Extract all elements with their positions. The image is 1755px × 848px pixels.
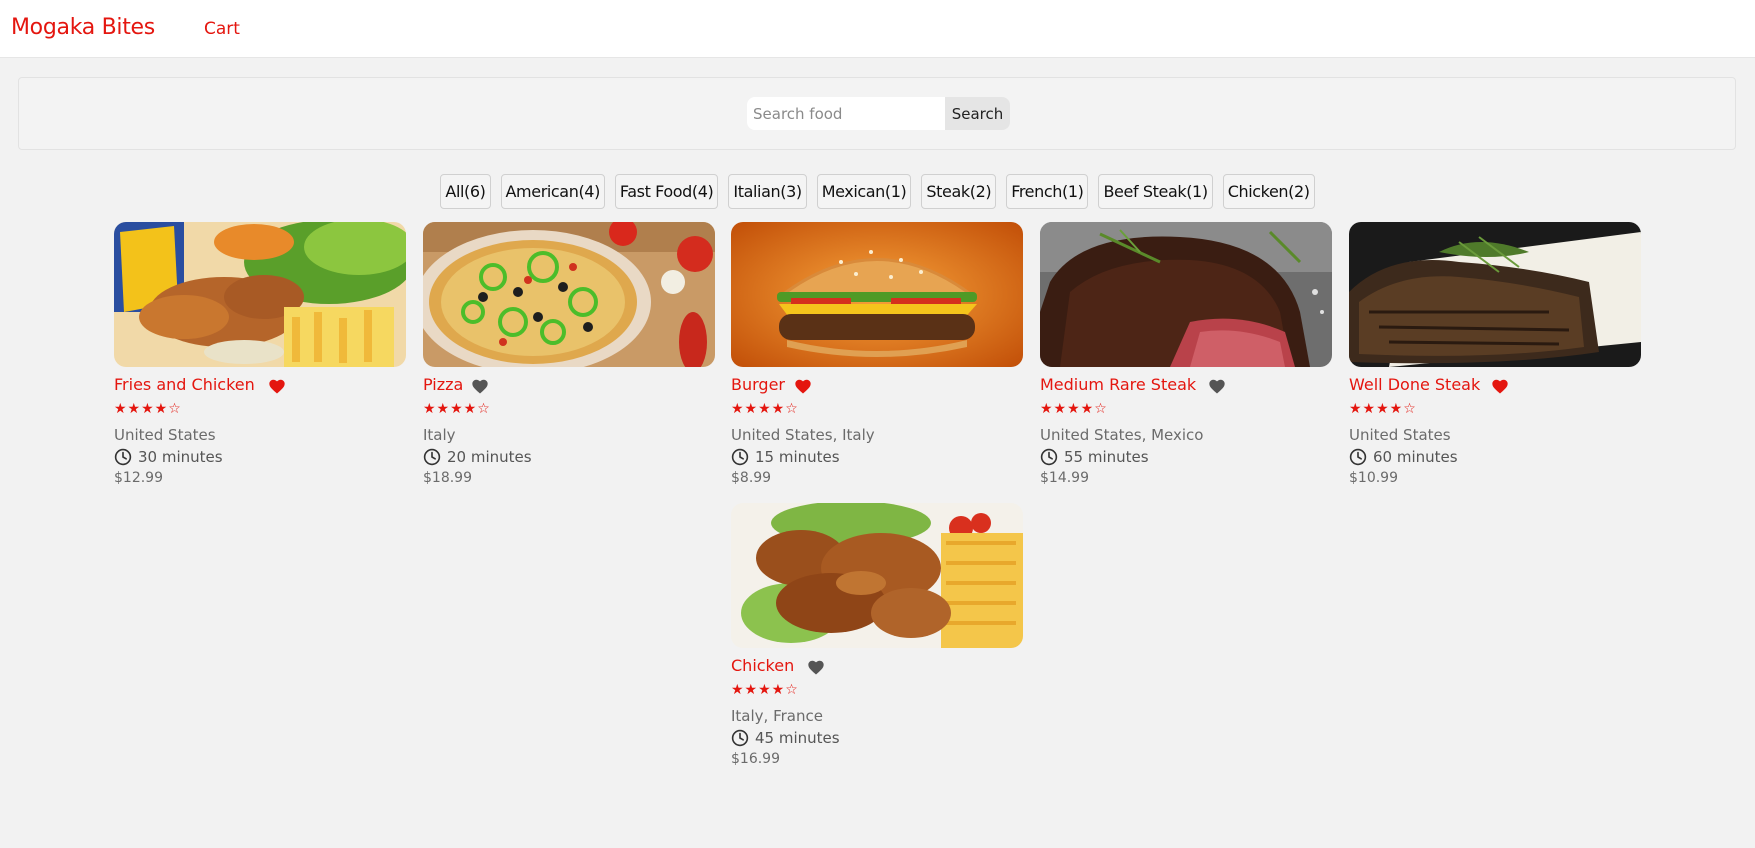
clock-icon [731, 448, 749, 466]
origins: United States, Mexico [1040, 426, 1204, 444]
clock-icon [1040, 448, 1058, 466]
tag-all[interactable]: All(6) [440, 174, 491, 209]
rating-stars: ★★★★☆ [114, 401, 182, 417]
food-card[interactable]: Well Done Steak ★★★★☆ United States 60 m… [1349, 222, 1641, 497]
food-name[interactable]: Pizza [423, 375, 463, 394]
top-navbar: Mogaka Bites Cart [0, 0, 1755, 58]
rating-stars: ★★★★☆ [731, 682, 799, 698]
food-name[interactable]: Fries and Chicken [114, 375, 255, 394]
origins: United States, Italy [731, 426, 875, 444]
tag-french[interactable]: French(1) [1006, 174, 1089, 209]
search-panel: Search [18, 77, 1736, 150]
price: $18.99 [423, 470, 472, 486]
food-card[interactable]: Medium Rare Steak ★★★★☆ United States, M… [1040, 222, 1332, 497]
clock-icon [731, 729, 749, 747]
origins: Italy, France [731, 707, 823, 725]
food-image-burger[interactable] [731, 222, 1023, 367]
origins: Italy [423, 426, 456, 444]
brand-logo[interactable]: Mogaka Bites [11, 15, 155, 40]
cook-time-row: 15 minutes [731, 447, 840, 467]
food-name[interactable]: Well Done Steak [1349, 375, 1480, 394]
price: $10.99 [1349, 470, 1398, 486]
clock-icon [1349, 448, 1367, 466]
food-image-chicken[interactable] [731, 503, 1023, 648]
cook-time: 20 minutes [447, 448, 532, 466]
origins: United States [114, 426, 216, 444]
tag-beef-steak[interactable]: Beef Steak(1) [1098, 174, 1213, 209]
price: $14.99 [1040, 470, 1089, 486]
heart-icon[interactable] [472, 379, 488, 394]
rating-stars: ★★★★☆ [731, 401, 799, 417]
rating-stars: ★★★★☆ [423, 401, 491, 417]
food-image-well-done-steak[interactable] [1349, 222, 1641, 367]
origins: United States [1349, 426, 1451, 444]
cook-time: 15 minutes [755, 448, 840, 466]
food-card[interactable]: Chicken ★★★★☆ Italy, France 45 minutes $… [731, 503, 1023, 778]
rating-stars: ★★★★☆ [1040, 401, 1108, 417]
food-name[interactable]: Chicken [731, 656, 794, 675]
price: $8.99 [731, 470, 772, 486]
tag-italian[interactable]: Italian(3) [728, 174, 807, 209]
cook-time-row: 60 minutes [1349, 447, 1458, 467]
price: $12.99 [114, 470, 163, 486]
food-image-pizza[interactable] [423, 222, 715, 367]
search-button[interactable]: Search [945, 97, 1010, 130]
food-name[interactable]: Medium Rare Steak [1040, 375, 1196, 394]
clock-icon [114, 448, 132, 466]
heart-icon[interactable] [808, 660, 824, 675]
tag-american[interactable]: American(4) [500, 174, 605, 209]
food-card[interactable]: Burger ★★★★☆ United States, Italy 15 min… [731, 222, 1023, 497]
food-card[interactable]: Pizza ★★★★☆ Italy 20 minutes $18.99 [423, 222, 715, 497]
heart-icon[interactable] [795, 379, 811, 394]
cook-time: 55 minutes [1064, 448, 1149, 466]
cook-time: 60 minutes [1373, 448, 1458, 466]
cart-link[interactable]: Cart [204, 19, 240, 39]
tag-chicken[interactable]: Chicken(2) [1222, 174, 1315, 209]
tag-steak[interactable]: Steak(2) [921, 174, 997, 209]
heart-icon[interactable] [1492, 379, 1508, 394]
heart-icon[interactable] [1209, 379, 1225, 394]
food-image-fries-and-chicken[interactable] [114, 222, 406, 367]
heart-icon[interactable] [269, 379, 285, 394]
cook-time: 45 minutes [755, 729, 840, 747]
tag-fast-food[interactable]: Fast Food(4) [614, 174, 719, 209]
food-card[interactable]: Fries and Chicken ★★★★☆ United States 30… [114, 222, 406, 497]
food-name[interactable]: Burger [731, 375, 785, 394]
cook-time-row: 20 minutes [423, 447, 532, 467]
clock-icon [423, 448, 441, 466]
rating-stars: ★★★★☆ [1349, 401, 1417, 417]
cook-time: 30 minutes [138, 448, 223, 466]
tag-filter-bar: All(6) American(4) Fast Food(4) Italian(… [0, 174, 1755, 209]
price: $16.99 [731, 751, 780, 767]
tag-mexican[interactable]: Mexican(1) [816, 174, 912, 209]
cook-time-row: 45 minutes [731, 728, 840, 748]
food-image-medium-rare-steak[interactable] [1040, 222, 1332, 367]
search-input[interactable] [747, 97, 946, 130]
cook-time-row: 55 minutes [1040, 447, 1149, 467]
cook-time-row: 30 minutes [114, 447, 223, 467]
